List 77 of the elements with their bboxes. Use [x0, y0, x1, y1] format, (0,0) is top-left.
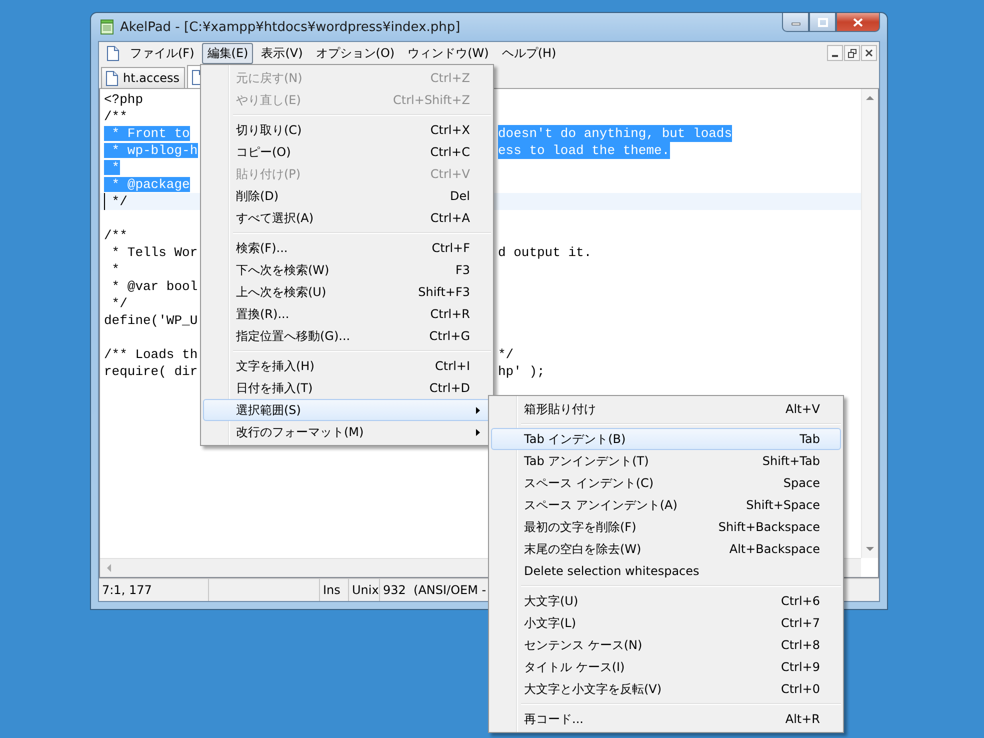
code-text: hp' ); — [498, 363, 545, 380]
menu-item[interactable]: 大文字(U) Ctrl+6 — [491, 590, 841, 612]
close-button[interactable] — [861, 45, 877, 61]
menu-item[interactable]: センテンス ケース(N) Ctrl+8 — [491, 634, 841, 656]
restore-icon — [848, 48, 856, 58]
code-text: * @package — [104, 177, 190, 192]
menu-item[interactable]: すべて選択(A) Ctrl+A — [203, 207, 491, 229]
menu-item[interactable]: 指定位置へ移動(G)... Ctrl+G — [203, 325, 491, 347]
menu-item[interactable]: 選択範囲(S) — [203, 399, 491, 421]
code-text: * — [110, 262, 120, 277]
menu-item[interactable]: スペース アンインデント(A) Shift+Space — [491, 494, 841, 516]
code-text: */ — [110, 296, 128, 311]
menu-item[interactable]: ウィンドウ(W) — [402, 42, 494, 64]
menu-item[interactable]: 文字を挿入(H) Ctrl+I — [203, 355, 491, 377]
menu-item[interactable]: 日付を挿入(T) Ctrl+D — [203, 377, 491, 399]
menu-item[interactable]: ヘルプ(H) — [496, 42, 562, 64]
code-text: * — [104, 160, 120, 175]
scroll-up-icon[interactable] — [866, 95, 874, 100]
code-text: * @var bool — [110, 279, 198, 294]
menu-item[interactable]: 下へ次を検索(W) F3 — [203, 259, 491, 281]
menu-item[interactable]: 大文字と小文字を反転(V) Ctrl+0 — [491, 678, 841, 700]
code-text: */ — [110, 194, 128, 209]
status-cell: 7:1, 177 — [99, 579, 209, 601]
menu-item[interactable]: 再コード... Alt+R — [491, 708, 841, 730]
submenu-arrow-icon — [476, 407, 480, 414]
code-text: * wp-blog-h — [104, 143, 198, 158]
menu-item[interactable]: 小文字(L) Ctrl+7 — [491, 612, 841, 634]
status-cell: Unix — [349, 579, 380, 601]
menu-item[interactable]: ファイル(F) — [125, 42, 200, 64]
document-icon — [107, 46, 119, 60]
close-icon — [853, 18, 863, 26]
menu-item[interactable]: Tab アンインデント(T) Shift+Tab — [491, 450, 841, 472]
menu-item[interactable]: Tab インデント(B) Tab — [491, 428, 841, 450]
code-text: */ — [498, 346, 514, 363]
minimize-button[interactable] — [782, 13, 809, 32]
menu-item[interactable]: Delete selection whitespaces — [491, 560, 841, 582]
close-button[interactable] — [836, 13, 880, 32]
menu-item[interactable]: オプション(O) — [310, 42, 400, 64]
menu-item[interactable]: 箱形貼り付け Alt+V — [491, 398, 841, 420]
code-text: require( dir — [104, 364, 198, 379]
menu-item[interactable]: 表示(V) — [256, 42, 308, 64]
menu-item[interactable]: 検索(F)... Ctrl+F — [203, 237, 491, 259]
code-text: * Front to — [104, 126, 190, 141]
scroll-down-icon[interactable] — [866, 547, 874, 552]
menu-item[interactable]: 上へ次を検索(U) Shift+F3 — [203, 281, 491, 303]
menu-item[interactable]: コピー(O) Ctrl+C — [203, 141, 491, 163]
menu-item[interactable]: 改行のフォーマット(M) — [203, 421, 491, 443]
code-text: d output it. — [498, 244, 592, 261]
code-text: doesn't do anything, but loads — [498, 125, 732, 142]
code-text: /** Loads th — [104, 347, 198, 362]
notepad-icon — [100, 19, 114, 35]
code-text: define('WP_U — [104, 313, 198, 328]
menu-item[interactable]: 編集(E) — [202, 42, 254, 64]
status-cell: Ins — [320, 579, 349, 601]
menu-item[interactable]: 削除(D) Del — [203, 185, 491, 207]
code-text: <?php — [104, 92, 144, 107]
document-icon — [106, 70, 118, 86]
code-text: ess to load the theme. — [498, 142, 670, 159]
menu-item[interactable]: タイトル ケース(I) Ctrl+9 — [491, 656, 841, 678]
window-title: AkelPad - [C:¥xampp¥htdocs¥wordpress¥index.php] — [120, 20, 460, 34]
vertical-scrollbar[interactable] — [861, 89, 878, 558]
maximize-icon — [818, 18, 828, 26]
code-text: /** — [104, 109, 128, 124]
file-tab[interactable]: ht.access — [101, 67, 185, 88]
menu-item[interactable]: 最初の文字を削除(F) Shift+Backspace — [491, 516, 841, 538]
menu-item[interactable]: 切り取り(C) Ctrl+X — [203, 119, 491, 141]
code-text: /** — [104, 228, 128, 243]
code-text: * Tells Wor — [110, 245, 198, 260]
minimize-button[interactable] — [827, 45, 843, 61]
menu-item[interactable]: スペース インデント(C) Space — [491, 472, 841, 494]
maximize-button[interactable] — [809, 13, 836, 32]
restore-button[interactable] — [844, 45, 860, 61]
status-cell-text: 932 (ANSI/OEM - — [382, 582, 488, 599]
menu-item[interactable]: 置換(R)... Ctrl+R — [203, 303, 491, 325]
menu-item[interactable]: 末尾の空白を除去(W) Alt+Backspace — [491, 538, 841, 560]
close-icon — [865, 49, 873, 57]
submenu-arrow-icon — [476, 429, 480, 436]
